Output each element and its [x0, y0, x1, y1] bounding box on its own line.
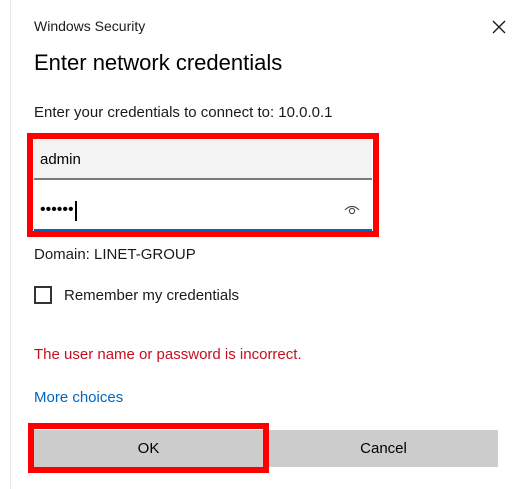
- dialog-heading: Enter network credentials: [34, 50, 283, 75]
- dialog-border: [10, 0, 11, 489]
- close-icon: [492, 20, 506, 34]
- remember-credentials-toggle[interactable]: Remember my credentials: [34, 286, 239, 304]
- cancel-button-label: Cancel: [360, 440, 407, 457]
- more-choices-link[interactable]: More choices: [34, 389, 123, 406]
- ok-highlight-box: [28, 423, 269, 473]
- remember-label: Remember my credentials: [64, 286, 240, 304]
- fields-highlight-box: [27, 133, 379, 237]
- close-button[interactable]: [484, 12, 514, 42]
- remember-checkbox[interactable]: [34, 286, 52, 304]
- domain-text: Domain: LINET-GROUP: [34, 246, 196, 263]
- error-message: The user name or password is incorrect.: [34, 346, 302, 363]
- cancel-button[interactable]: Cancel: [269, 430, 498, 467]
- credentials-dialog: Windows Security Enter network credentia…: [0, 0, 521, 489]
- connect-target-text: Enter your credentials to connect to: 10…: [34, 104, 333, 121]
- window-title: Windows Security: [34, 18, 146, 34]
